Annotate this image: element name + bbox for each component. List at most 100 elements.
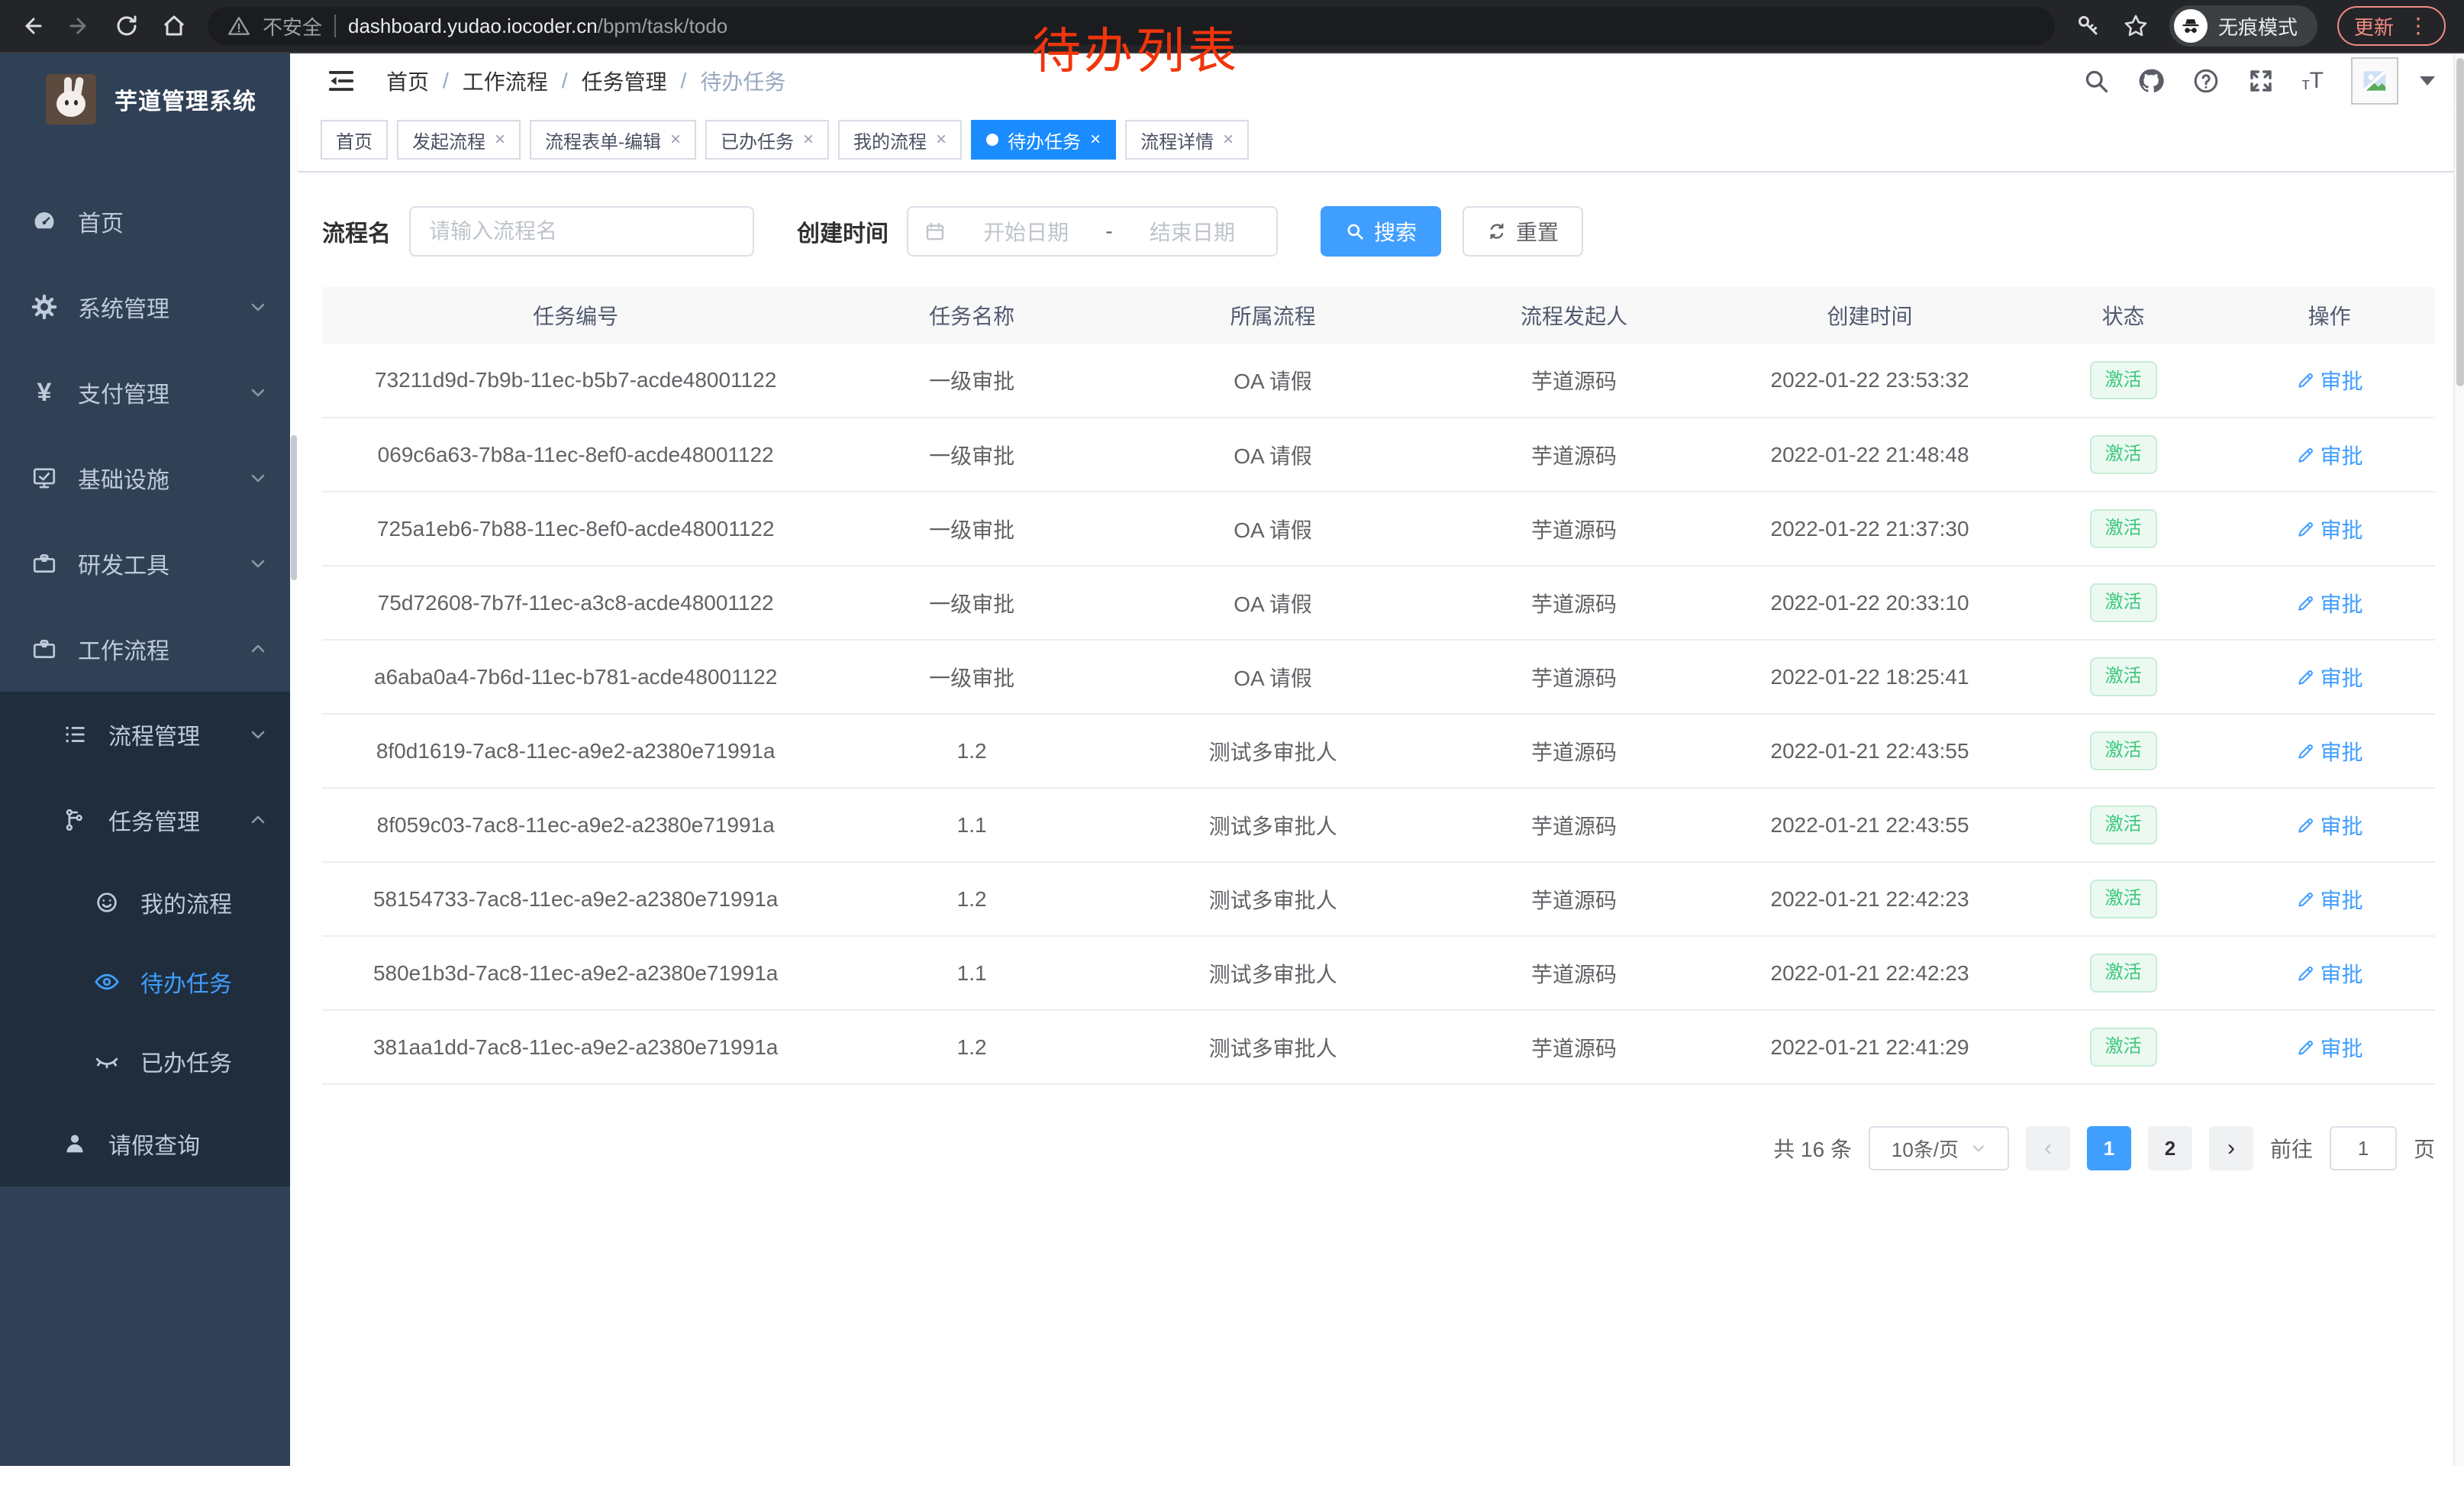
incognito-badge: 无痕模式 (2169, 5, 2317, 47)
approve-link[interactable]: 审批 (2296, 884, 2363, 915)
approve-link[interactable]: 审批 (2296, 514, 2363, 544)
breadcrumb-current: 待办任务 (700, 66, 785, 96)
reset-button[interactable]: 重置 (1463, 206, 1583, 257)
app-title: 芋道管理系统 (114, 82, 256, 116)
avatar-caret-icon[interactable] (2420, 76, 2435, 86)
table-row: 381aa1dd-7ac8-11ec-a9e2-a2380e71991a 1.2… (322, 1010, 2435, 1084)
goto-page-input[interactable] (2330, 1126, 2397, 1170)
sidebar-item-home[interactable]: 首页 (0, 179, 298, 264)
tab-process-detail[interactable]: 流程详情× (1125, 120, 1249, 160)
fullscreen-icon[interactable] (2247, 67, 2275, 95)
next-page-button[interactable]: › (2209, 1126, 2253, 1170)
github-icon[interactable] (2137, 67, 2165, 95)
sidebar-item-task-mgmt[interactable]: 任务管理 (0, 777, 298, 863)
sidebar-item-pay[interactable]: ¥ 支付管理 (0, 350, 298, 435)
page-button-1[interactable]: 1 (2087, 1126, 2131, 1170)
table-row: 8f0d1619-7ac8-11ec-a9e2-a2380e71991a 1.2… (322, 714, 2435, 788)
approve-link[interactable]: 审批 (2296, 736, 2363, 767)
pen-icon (2296, 815, 2316, 835)
sidebar-item-system[interactable]: 系统管理 (0, 264, 298, 350)
prev-page-button[interactable]: ‹ (2026, 1126, 2070, 1170)
sidebar-fold-icon[interactable] (327, 66, 356, 95)
monitor-icon (31, 464, 58, 492)
refresh-icon[interactable] (113, 12, 140, 40)
table-row: 75d72608-7b7f-11ec-a3c8-acde48001122 一级审… (322, 566, 2435, 640)
task-name-cell: 1.2 (829, 714, 1114, 788)
close-icon[interactable]: × (1090, 131, 1101, 149)
close-icon[interactable]: × (670, 131, 681, 149)
task-id-cell: a6aba0a4-7b6d-11ec-b781-acde48001122 (322, 640, 829, 714)
page-scrollbar[interactable] (2453, 53, 2464, 1466)
sidebar-scrollbar[interactable] (290, 53, 298, 1466)
task-id-cell: 8f0d1619-7ac8-11ec-a9e2-a2380e71991a (322, 714, 829, 788)
page-size-select[interactable]: 10条/页 (1869, 1126, 2009, 1170)
back-icon[interactable] (18, 12, 46, 40)
person-icon (61, 1130, 89, 1157)
sidebar-item-done-tasks[interactable]: 已办任务 (0, 1022, 298, 1101)
not-secure-label[interactable]: 不安全 (263, 12, 322, 40)
process-name-input[interactable] (409, 206, 754, 257)
breadcrumb-home[interactable]: 首页 (386, 66, 429, 96)
tab-form-edit[interactable]: 流程表单-编辑× (530, 120, 696, 160)
breadcrumb-task-mgmt[interactable]: 任务管理 (582, 66, 667, 96)
forward-icon[interactable] (66, 12, 93, 40)
action-cell: 审批 (2224, 862, 2435, 936)
home-icon[interactable] (160, 12, 188, 40)
task-id-cell: 381aa1dd-7ac8-11ec-a9e2-a2380e71991a (322, 1010, 829, 1084)
sidebar-item-devtools[interactable]: 研发工具 (0, 521, 298, 606)
close-icon[interactable]: × (1223, 131, 1234, 149)
action-cell: 审批 (2224, 640, 2435, 714)
task-name-cell: 一级审批 (829, 566, 1114, 640)
help-icon[interactable] (2192, 67, 2220, 95)
status-cell: 激活 (2023, 640, 2224, 714)
col-create-time: 创建时间 (1717, 287, 2023, 344)
password-key-icon[interactable] (2075, 12, 2102, 40)
chrome-update-button[interactable]: 更新 ⋮ (2337, 6, 2446, 46)
approve-link[interactable]: 审批 (2296, 958, 2363, 989)
sidebar-item-process-mgmt[interactable]: 流程管理 (0, 692, 298, 777)
approve-link[interactable]: 审批 (2296, 662, 2363, 692)
pen-icon (2296, 667, 2316, 687)
approve-link[interactable]: 审批 (2296, 1032, 2363, 1063)
tab-done-tasks[interactable]: 已办任务× (705, 120, 829, 160)
col-process: 所属流程 (1114, 287, 1431, 344)
close-icon[interactable]: × (936, 131, 947, 149)
font-size-icon[interactable]: тT (2302, 69, 2324, 92)
sidebar-item-leave-query[interactable]: 请假查询 (0, 1101, 298, 1186)
navbar: 首页 / 工作流程 / 任务管理 / 待办任务 тT (298, 53, 2464, 108)
approve-link[interactable]: 审批 (2296, 810, 2363, 841)
sidebar-item-infra[interactable]: 基础设施 (0, 435, 298, 521)
app-logo-image (46, 74, 96, 124)
search-icon[interactable] (2082, 67, 2110, 95)
tab-todo-tasks[interactable]: 待办任务× (971, 120, 1116, 160)
sidebar-item-workflow[interactable]: 工作流程 (0, 606, 298, 692)
breadcrumb-workflow[interactable]: 工作流程 (463, 66, 548, 96)
eye-closed-icon (93, 1047, 121, 1075)
process-cell: 测试多审批人 (1114, 714, 1431, 788)
pen-icon (2296, 593, 2316, 613)
address-bar[interactable]: 不安全 dashboard.yudao.iocoder.cn/bpm/task/… (208, 7, 2055, 45)
user-face-icon (93, 889, 121, 916)
browser-menu-icon[interactable]: ⋮ (2408, 15, 2429, 37)
app-logo-row[interactable]: 芋道管理系统 (0, 53, 298, 145)
broken-image-icon (2360, 66, 2389, 95)
start-date-placeholder[interactable]: 开始日期 (957, 216, 1095, 247)
date-range-picker[interactable]: 开始日期 - 结束日期 (907, 206, 1278, 257)
sidebar-item-todo-tasks[interactable]: 待办任务 (0, 942, 298, 1022)
search-button[interactable]: 搜索 (1321, 206, 1441, 257)
avatar[interactable] (2351, 57, 2398, 105)
approve-link[interactable]: 审批 (2296, 440, 2363, 470)
sidebar-item-my-process[interactable]: 我的流程 (0, 863, 298, 942)
close-icon[interactable]: × (495, 131, 505, 149)
table-row: 73211d9d-7b9b-11ec-b5b7-acde48001122 一级审… (322, 344, 2435, 418)
tab-home[interactable]: 首页 (321, 120, 388, 160)
page-button-2[interactable]: 2 (2148, 1126, 2192, 1170)
close-icon[interactable]: × (803, 131, 814, 149)
tab-my-process[interactable]: 我的流程× (838, 120, 962, 160)
url-text[interactable]: dashboard.yudao.iocoder.cn/bpm/task/todo (348, 15, 727, 38)
tab-start-process[interactable]: 发起流程× (397, 120, 521, 160)
bookmark-star-icon[interactable] (2122, 12, 2150, 40)
approve-link[interactable]: 审批 (2296, 365, 2363, 395)
approve-link[interactable]: 审批 (2296, 588, 2363, 618)
end-date-placeholder[interactable]: 结束日期 (1124, 216, 1261, 247)
